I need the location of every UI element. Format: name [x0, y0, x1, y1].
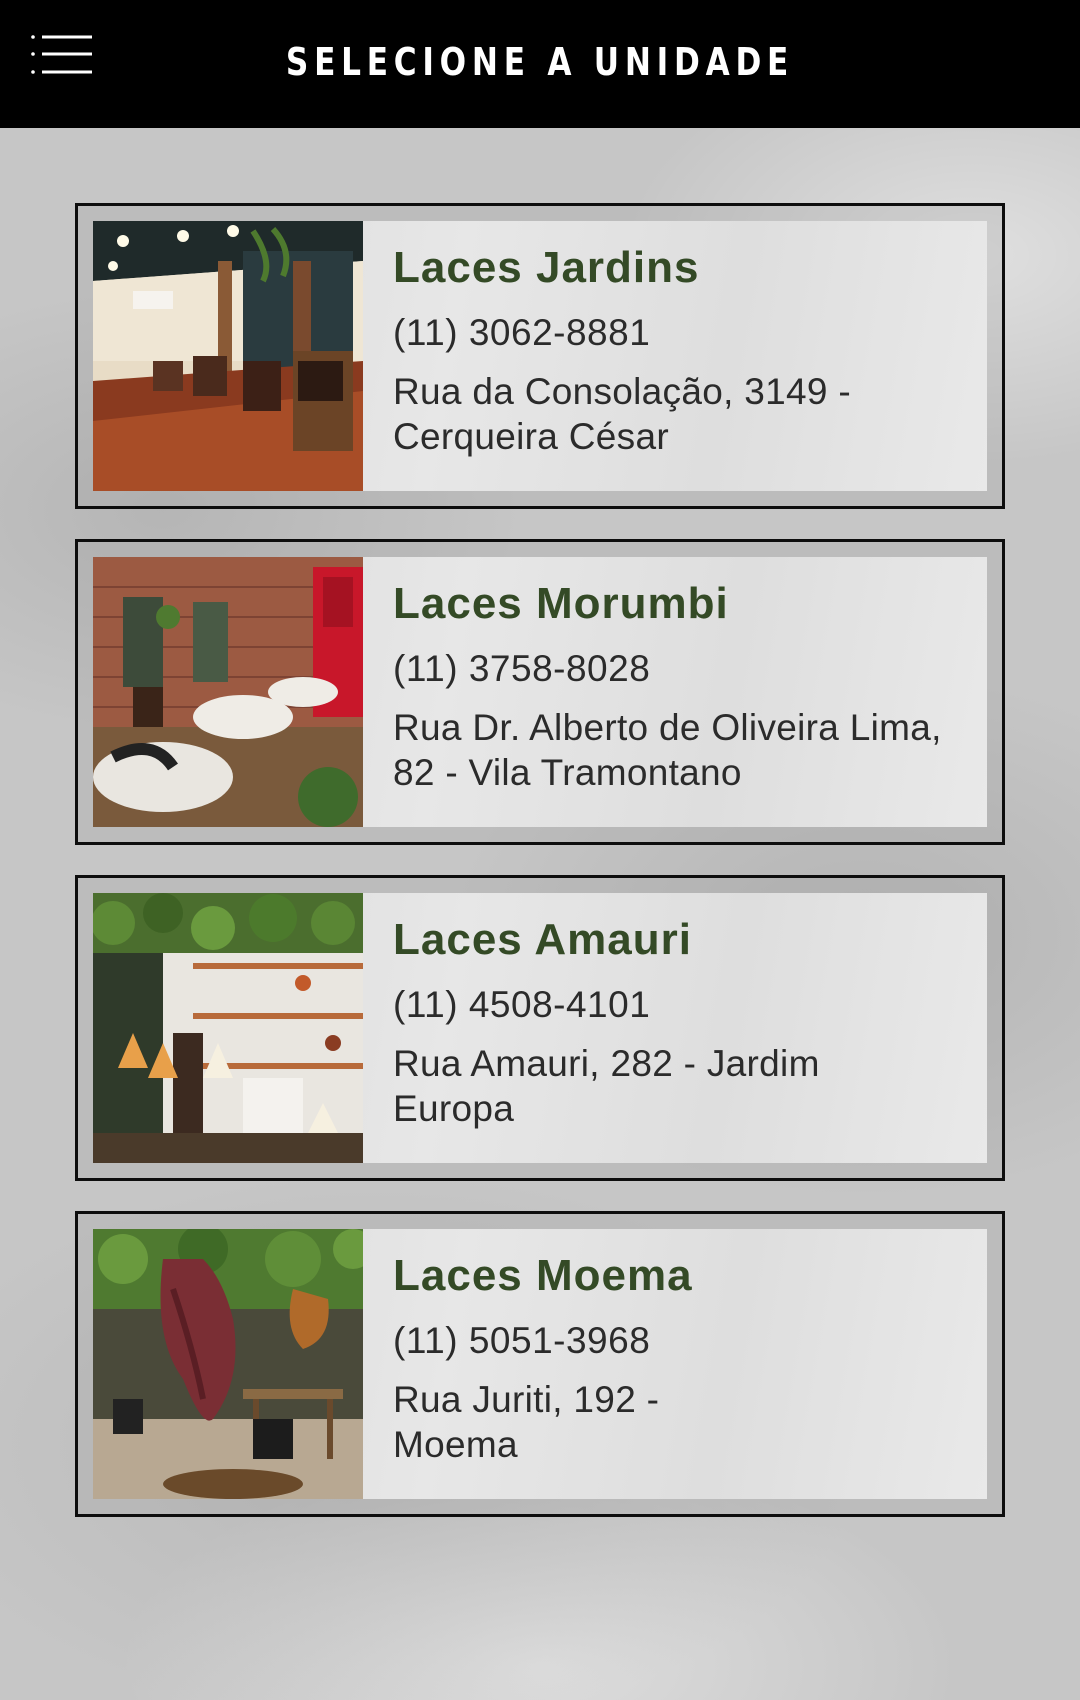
unit-list: Laces Jardins (11) 3062-8881 Rua da Cons… [75, 203, 1005, 1547]
unit-name: Laces Jardins [393, 243, 700, 292]
address-line-1: Rua Amauri, 282 - Jardim [393, 1043, 820, 1084]
hamburger-menu-icon [31, 35, 92, 74]
page-title: SELECIONE A UNIDADE [285, 40, 795, 84]
salon-courtyard-photo [93, 557, 363, 827]
unit-card-jardins[interactable]: Laces Jardins (11) 3062-8881 Rua da Cons… [75, 203, 1005, 509]
unit-name: Laces Morumbi [393, 579, 729, 628]
unit-phone: (11) 5051-3968 [393, 1320, 651, 1361]
unit-photo [93, 893, 363, 1163]
address-line-2: Cerqueira César [393, 416, 669, 457]
salon-garden-photo [93, 1229, 363, 1499]
unit-photo [93, 221, 363, 491]
unit-card-body: Laces Jardins (11) 3062-8881 Rua da Cons… [93, 221, 987, 491]
unit-card-body: Laces Amauri (11) 4508-4101 Rua Amauri, … [93, 893, 987, 1163]
unit-phone: (11) 3758-8028 [393, 648, 651, 689]
unit-card-morumbi[interactable]: Laces Morumbi (11) 3758-8028 Rua Dr. Alb… [75, 539, 1005, 845]
address-line-1: Rua Juriti, 192 - [393, 1379, 660, 1420]
address-line-2: 82 - Vila Tramontano [393, 752, 742, 793]
unit-address: Rua da Consolação, 3149 - Cerqueira Césa… [393, 369, 953, 459]
unit-address: Rua Juriti, 192 - Moema [393, 1377, 953, 1467]
unit-address: Rua Dr. Alberto de Oliveira Lima, 82 - V… [393, 705, 953, 795]
unit-card-body: Laces Morumbi (11) 3758-8028 Rua Dr. Alb… [93, 557, 987, 827]
salon-interior-photo [93, 221, 363, 491]
unit-card-body: Laces Moema (11) 5051-3968 Rua Juriti, 1… [93, 1229, 987, 1499]
unit-phone: (11) 4508-4101 [393, 984, 651, 1025]
salon-plants-photo [93, 893, 363, 1163]
address-line-1: Rua da Consolação, 3149 - [393, 371, 851, 412]
unit-photo [93, 1229, 363, 1499]
address-line-1: Rua Dr. Alberto de Oliveira Lima, [393, 707, 942, 748]
top-bar: SELECIONE A UNIDADE [0, 0, 1080, 128]
menu-button[interactable] [30, 34, 94, 84]
unit-card-amauri[interactable]: Laces Amauri (11) 4508-4101 Rua Amauri, … [75, 875, 1005, 1181]
unit-name: Laces Amauri [393, 915, 692, 964]
address-line-2: Europa [393, 1088, 515, 1129]
unit-name: Laces Moema [393, 1251, 693, 1300]
unit-card-moema[interactable]: Laces Moema (11) 5051-3968 Rua Juriti, 1… [75, 1211, 1005, 1517]
unit-photo [93, 557, 363, 827]
address-line-2: Moema [393, 1424, 518, 1465]
unit-phone: (11) 3062-8881 [393, 312, 651, 353]
unit-address: Rua Amauri, 282 - Jardim Europa [393, 1041, 953, 1131]
